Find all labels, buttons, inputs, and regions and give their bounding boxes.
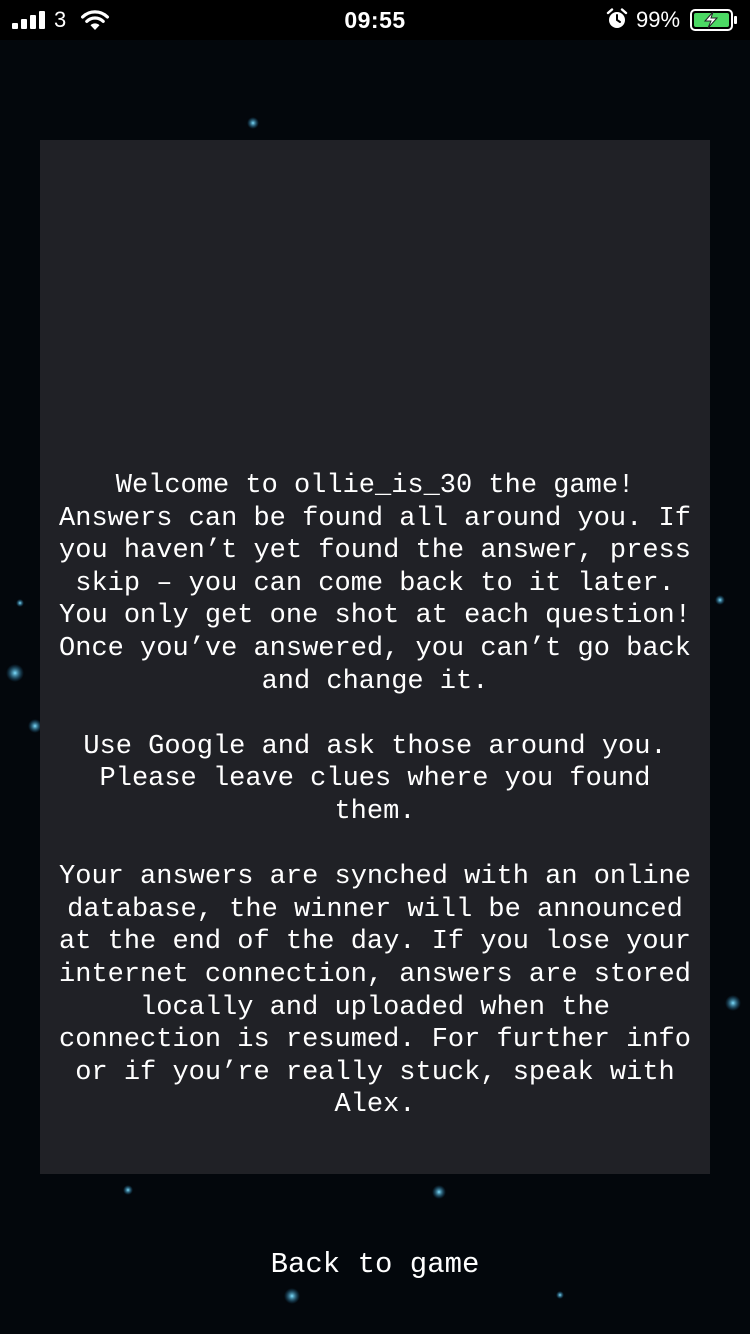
info-panel: Welcome to ollie_is_30 the game! Answers…	[40, 140, 710, 1174]
battery-percent: 99%	[636, 7, 681, 32]
alarm-icon	[606, 8, 628, 28]
intro-paragraph-tips: Use Google and ask those around you. Ple…	[83, 731, 667, 827]
back-to-game-button[interactable]: Back to game	[175, 1240, 575, 1290]
battery-charging-icon	[690, 9, 737, 31]
instructions-text: Welcome to ollie_is_30 the game! Answers…	[40, 470, 710, 1122]
intro-paragraph-welcome: Welcome to ollie_is_30 the game! Answers…	[59, 471, 691, 697]
status-bar: 3 09:55 99%	[0, 0, 750, 40]
intro-paragraph-sync: Your answers are synched with an online …	[59, 862, 691, 1121]
